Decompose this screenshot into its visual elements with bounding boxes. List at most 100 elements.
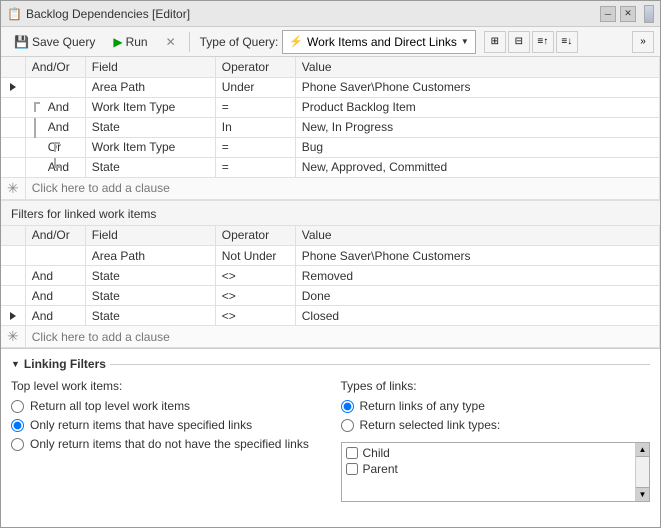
linking-header-divider [110, 364, 650, 365]
filters-header: Filters for linked work items [1, 201, 660, 226]
linking-option-2[interactable]: Only return items that have specified li… [11, 418, 321, 432]
cell-operator[interactable]: Under [215, 77, 295, 97]
fcell-value[interactable]: Done [295, 286, 659, 306]
main-query-grid: And/Or Field Operator Value Area Path [1, 57, 660, 201]
links-list-box[interactable]: Child Parent ▲ ▼ [341, 442, 651, 502]
cell-operator[interactable]: In [215, 117, 295, 137]
fcell-operator[interactable]: Not Under [215, 246, 295, 266]
fheader-value: Value [295, 226, 659, 246]
cell-operator[interactable]: = [215, 157, 295, 177]
table-row[interactable]: And State <> Closed [1, 306, 660, 326]
cell-operator[interactable]: = [215, 137, 295, 157]
table-row[interactable]: And State <> Removed [1, 266, 660, 286]
cell-value[interactable]: Phone Saver\Phone Customers [295, 77, 659, 97]
query-type-dropdown[interactable]: ⚡ Work Items and Direct Links ▼ [282, 30, 475, 54]
header-field: Field [85, 57, 215, 77]
filters-table-header: And/Or Field Operator Value [1, 226, 660, 246]
frow-arrow-cell [1, 306, 25, 326]
linking-collapse-icon[interactable]: ▼ [11, 359, 20, 369]
table-row[interactable]: And Work Item Type = Product Backlog Ite… [1, 97, 660, 117]
window-icon: 📋 [7, 7, 22, 21]
overflow-icon-btn[interactable]: » [632, 31, 654, 53]
dropdown-arrow-icon: ▼ [461, 37, 469, 46]
cell-operator[interactable]: = [215, 97, 295, 117]
extra-buttons: ⊞ ⊟ ≡↑ ≡↓ [484, 31, 578, 53]
add-clause-row[interactable]: ✳ Click here to add a clause [1, 177, 660, 199]
radio-ropt2[interactable] [341, 419, 354, 432]
columns-icon-btn[interactable]: ⊞ [484, 31, 506, 53]
filters-table: And/Or Field Operator Value Area Path No… [1, 226, 660, 349]
cell-field[interactable]: Work Item Type [85, 137, 215, 157]
cell-field[interactable]: Area Path [85, 77, 215, 97]
cell-andor[interactable]: And [25, 97, 85, 117]
header-andor: And/Or [25, 57, 85, 77]
cell-field[interactable]: Work Item Type [85, 97, 215, 117]
list-scrollbar[interactable]: ▲ ▼ [635, 443, 649, 501]
fcell-andor[interactable]: And [25, 266, 85, 286]
table-row[interactable]: And State = New, Approved, Committed [1, 157, 660, 177]
radio-opt1[interactable] [11, 400, 24, 413]
linking-header-text: Linking Filters [24, 357, 106, 371]
table-row[interactable]: Area Path Not Under Phone Saver\Phone Cu… [1, 246, 660, 266]
checkbox-child-label: Child [363, 446, 390, 460]
fcell-value[interactable]: Closed [295, 306, 659, 326]
filter-icon-btn[interactable]: ⊟ [508, 31, 530, 53]
cell-value[interactable]: New, In Progress [295, 117, 659, 137]
cell-andor[interactable]: Or [25, 137, 85, 157]
fcell-andor[interactable] [25, 246, 85, 266]
checkbox-parent[interactable]: Parent [344, 461, 648, 477]
cell-value[interactable]: Product Backlog Item [295, 97, 659, 117]
linking-option-3[interactable]: Only return items that do not have the s… [11, 437, 321, 451]
table-row[interactable]: And State In New, In Progress [1, 117, 660, 137]
checkbox-child-input[interactable] [346, 447, 358, 459]
scroll-up-btn[interactable]: ▲ [636, 443, 649, 457]
fcell-operator[interactable]: <> [215, 266, 295, 286]
save-query-button[interactable]: 💾 Save Query [7, 30, 102, 54]
cell-andor[interactable]: And [25, 157, 85, 177]
radio-opt3[interactable] [11, 438, 24, 451]
cell-andor[interactable] [25, 77, 85, 97]
fcell-field[interactable]: State [85, 266, 215, 286]
fadd-clause-icon-cell: ✳ [1, 326, 25, 348]
fcell-andor[interactable]: And [25, 306, 85, 326]
close-button[interactable]: ✕ [620, 6, 636, 22]
linking-right-option-2[interactable]: Return selected link types: [341, 418, 651, 432]
add-clause-text[interactable]: Click here to add a clause [25, 177, 659, 199]
fcell-field[interactable]: Area Path [85, 246, 215, 266]
radio-opt2[interactable] [11, 419, 24, 432]
filters-add-clause-row[interactable]: ✳ Click here to add a clause [1, 326, 660, 348]
fcell-operator[interactable]: <> [215, 306, 295, 326]
scroll-down-btn[interactable]: ▼ [636, 487, 649, 501]
cell-field[interactable]: State [85, 157, 215, 177]
linking-left-options: Return all top level work items Only ret… [11, 399, 321, 451]
fcell-value[interactable]: Removed [295, 266, 659, 286]
fcell-operator[interactable]: <> [215, 286, 295, 306]
checkbox-child[interactable]: Child [344, 445, 648, 461]
cell-value[interactable]: Bug [295, 137, 659, 157]
table-row[interactable]: Area Path Under Phone Saver\Phone Custom… [1, 77, 660, 97]
table-row[interactable]: Or Work Item Type = Bug [1, 137, 660, 157]
minimize-button[interactable]: ─ [600, 6, 616, 22]
run-button[interactable]: ▶ Run [106, 30, 154, 54]
cell-value[interactable]: New, Approved, Committed [295, 157, 659, 177]
fcell-field[interactable]: State [85, 286, 215, 306]
linking-right-label: Types of links: [341, 379, 651, 393]
radio-ropt1[interactable] [341, 400, 354, 413]
linking-section: ▼ Linking Filters Top level work items: … [1, 348, 660, 510]
scroll-down-icon: ▼ [639, 490, 647, 499]
sort-desc-icon-btn[interactable]: ≡↓ [556, 31, 578, 53]
cell-field[interactable]: State [85, 117, 215, 137]
linking-option-1[interactable]: Return all top level work items [11, 399, 321, 413]
fcell-andor[interactable]: And [25, 286, 85, 306]
cancel-button[interactable]: ✕ [159, 30, 183, 54]
title-bar: 📋 Backlog Dependencies [Editor] ─ ✕ [1, 1, 660, 27]
linking-right-option-1[interactable]: Return links of any type [341, 399, 651, 413]
fcell-field[interactable]: State [85, 306, 215, 326]
fadd-clause-text[interactable]: Click here to add a clause [25, 326, 659, 348]
table-row[interactable]: And State <> Done [1, 286, 660, 306]
fcell-value[interactable]: Phone Saver\Phone Customers [295, 246, 659, 266]
cell-andor[interactable]: And [25, 117, 85, 137]
checkbox-parent-input[interactable] [346, 463, 358, 475]
run-icon: ▶ [113, 35, 122, 49]
sort-asc-icon-btn[interactable]: ≡↑ [532, 31, 554, 53]
